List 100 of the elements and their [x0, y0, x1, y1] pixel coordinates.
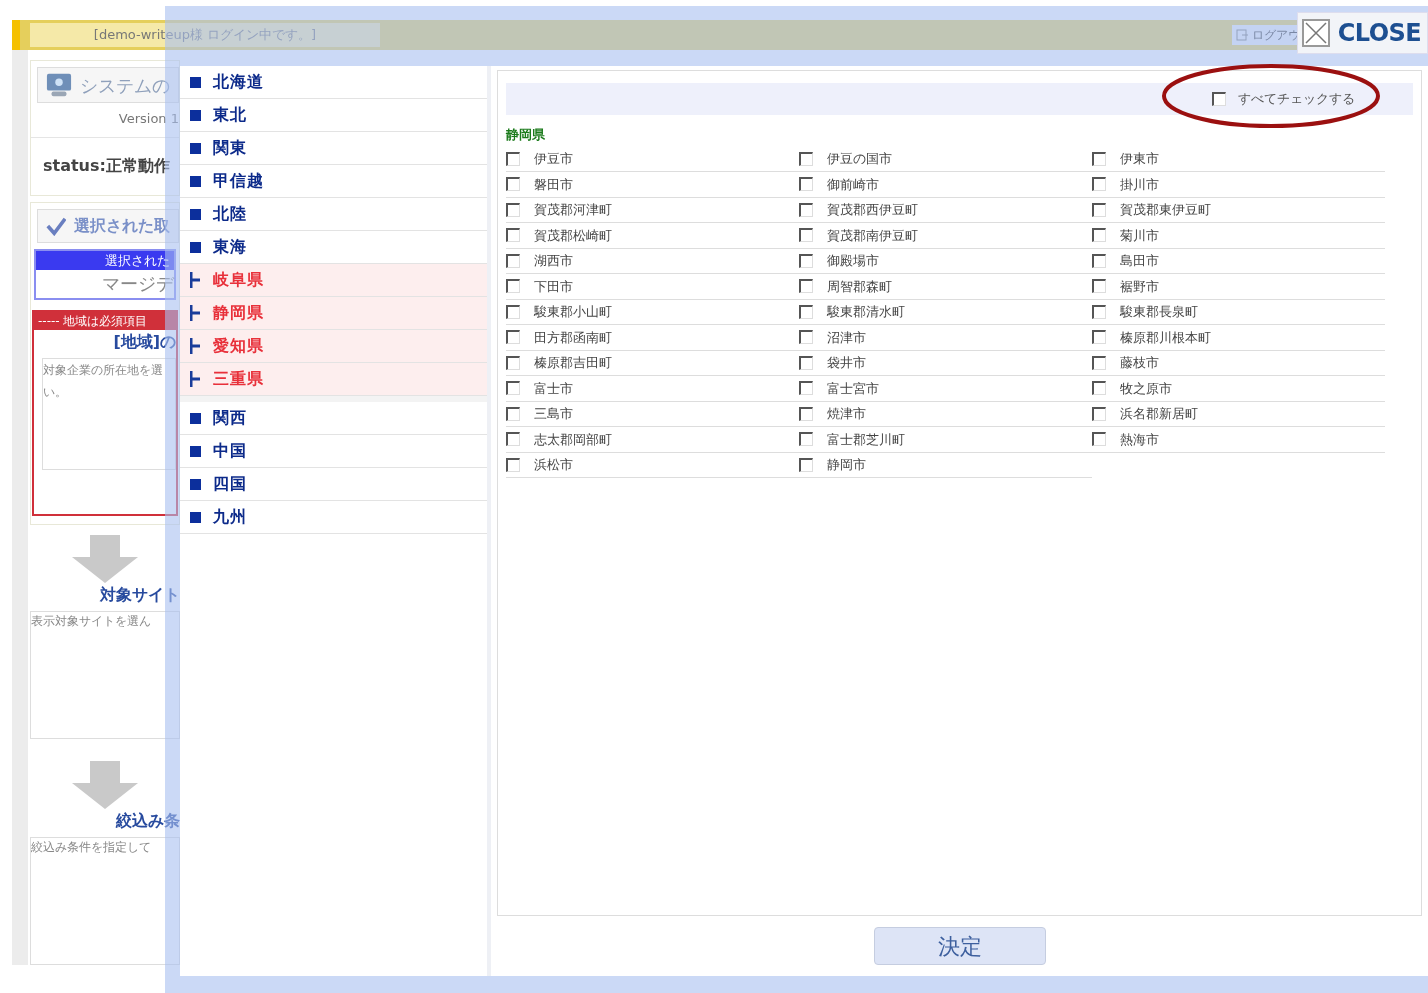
checkbox[interactable]: [799, 432, 813, 447]
checkmark-icon: [46, 215, 66, 236]
square-bullet-icon: [190, 511, 201, 523]
checkbox[interactable]: [506, 228, 520, 243]
municipality-option[interactable]: 袋井市: [799, 350, 1092, 376]
municipality-option[interactable]: 賀茂郡西伊豆町: [799, 197, 1092, 223]
checkbox[interactable]: [799, 228, 813, 243]
municipality-option[interactable]: 伊豆の国市: [799, 146, 1092, 172]
checkbox[interactable]: [1092, 406, 1106, 421]
municipality-option[interactable]: 菊川市: [1092, 223, 1385, 249]
municipality-option[interactable]: 榛原郡吉田町: [506, 350, 799, 376]
checkbox[interactable]: [506, 432, 520, 447]
checkbox[interactable]: [506, 151, 520, 166]
checkbox[interactable]: [506, 330, 520, 345]
municipality-option[interactable]: 駿東郡長泉町: [1092, 299, 1385, 325]
checkbox[interactable]: [799, 330, 813, 345]
municipality-option[interactable]: 御殿場市: [799, 248, 1092, 274]
municipality-option[interactable]: 田方郡函南町: [506, 325, 799, 351]
municipality-option[interactable]: 伊東市: [1092, 146, 1385, 172]
prefecture-item[interactable]: 静岡県: [180, 297, 487, 330]
checkbox[interactable]: [506, 355, 520, 370]
close-icon: [1301, 19, 1330, 47]
checkbox[interactable]: [506, 279, 520, 294]
checkbox[interactable]: [799, 406, 813, 421]
municipality-option[interactable]: 賀茂郡河津町: [506, 197, 799, 223]
checkbox[interactable]: [1092, 202, 1106, 217]
prefecture-label: 愛知県: [213, 335, 264, 357]
municipality-option[interactable]: 島田市: [1092, 248, 1385, 274]
municipality-option[interactable]: 焼津市: [799, 401, 1092, 427]
checkbox[interactable]: [799, 279, 813, 294]
region-label: 東北: [213, 104, 247, 126]
municipality-option[interactable]: 掛川市: [1092, 172, 1385, 198]
checkbox[interactable]: [1092, 330, 1106, 345]
checkbox[interactable]: [506, 406, 520, 421]
checkbox[interactable]: [799, 253, 813, 268]
checkbox[interactable]: [799, 457, 813, 472]
municipality-option[interactable]: 三島市: [506, 401, 799, 427]
system-title: システムの: [80, 73, 170, 98]
submit-button[interactable]: 決定: [873, 927, 1046, 965]
checkbox[interactable]: [799, 177, 813, 192]
checkbox[interactable]: [1092, 432, 1106, 447]
municipality-option[interactable]: 富士郡芝川町: [799, 427, 1092, 453]
municipality-option[interactable]: 沼津市: [799, 325, 1092, 351]
prefecture-item[interactable]: 愛知県: [180, 330, 487, 363]
municipality-option[interactable]: 下田市: [506, 274, 799, 300]
checkbox[interactable]: [506, 202, 520, 217]
municipality-option[interactable]: 裾野市: [1092, 274, 1385, 300]
municipality-option[interactable]: 駿東郡小山町: [506, 299, 799, 325]
checkbox[interactable]: [1092, 355, 1106, 370]
region-label: 関東: [213, 137, 247, 159]
municipality-option[interactable]: 熱海市: [1092, 427, 1385, 453]
checkbox[interactable]: [506, 304, 520, 319]
checkbox[interactable]: [506, 457, 520, 472]
municipality-option[interactable]: 賀茂郡松崎町: [506, 223, 799, 249]
checkbox[interactable]: [799, 202, 813, 217]
municipality-option[interactable]: 静岡市: [799, 452, 1092, 478]
checkbox[interactable]: [1092, 381, 1106, 396]
municipality-option[interactable]: 周智郡森町: [799, 274, 1092, 300]
checkbox[interactable]: [1092, 177, 1106, 192]
checkbox[interactable]: [1212, 92, 1226, 106]
municipality-option[interactable]: 富士宮市: [799, 376, 1092, 402]
prefecture-item[interactable]: 三重県: [180, 363, 487, 396]
municipality-option[interactable]: 浜名郡新居町: [1092, 401, 1385, 427]
selected-value: マージデ: [101, 272, 174, 296]
prefecture-label: 静岡県: [213, 302, 264, 324]
municipality-option[interactable]: 賀茂郡東伊豆町: [1092, 197, 1385, 223]
selected-title: 選択された取: [74, 214, 170, 237]
checkbox[interactable]: [1092, 228, 1106, 243]
municipality-option[interactable]: 富士市: [506, 376, 799, 402]
checkbox[interactable]: [799, 355, 813, 370]
checkbox[interactable]: [799, 304, 813, 319]
checkbox[interactable]: [1092, 253, 1106, 268]
municipality-option[interactable]: 磐田市: [506, 172, 799, 198]
square-bullet-icon: [190, 241, 201, 253]
square-bullet-icon: [190, 142, 201, 154]
prefecture-label: 岐阜県: [213, 269, 264, 291]
region-label: 中国: [213, 440, 247, 462]
municipality-option[interactable]: 志太郡岡部町: [506, 427, 799, 453]
checkbox[interactable]: [1092, 151, 1106, 166]
prefecture-title: 静岡県: [506, 126, 546, 144]
close-button[interactable]: CLOSE: [1296, 12, 1428, 54]
municipality-option[interactable]: 御前崎市: [799, 172, 1092, 198]
municipality-option[interactable]: 榛原郡川根本町: [1092, 325, 1385, 351]
municipality-option[interactable]: 藤枝市: [1092, 350, 1385, 376]
checkbox[interactable]: [799, 381, 813, 396]
checkbox[interactable]: [506, 253, 520, 268]
checkbox[interactable]: [506, 381, 520, 396]
checkbox[interactable]: [799, 151, 813, 166]
checkbox[interactable]: [506, 177, 520, 192]
prefecture-item[interactable]: 岐阜県: [180, 264, 487, 297]
municipality-option[interactable]: 牧之原市: [1092, 376, 1385, 402]
checkbox[interactable]: [1092, 304, 1106, 319]
checkbox[interactable]: [1092, 279, 1106, 294]
municipality-option[interactable]: 駿東郡清水町: [799, 299, 1092, 325]
down-arrow-icon: [70, 535, 140, 583]
municipality-option[interactable]: 伊豆市: [506, 146, 799, 172]
branch-icon: [190, 272, 201, 288]
municipality-option[interactable]: 湖西市: [506, 248, 799, 274]
municipality-option[interactable]: 浜松市: [506, 452, 799, 478]
municipality-option[interactable]: 賀茂郡南伊豆町: [799, 223, 1092, 249]
